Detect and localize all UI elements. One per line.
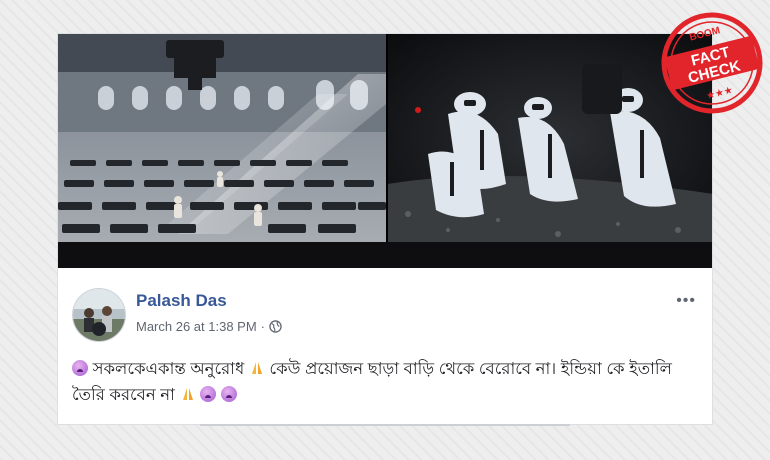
media-caption-bar xyxy=(58,242,712,268)
globe-icon[interactable] xyxy=(269,320,282,333)
post-media[interactable] xyxy=(58,34,712,268)
post-text: সকলকেএকান্ত অনুরোধ কেউ প্রয়োজন ছাড়া বা… xyxy=(72,356,702,408)
post-meta: March 26 at 1:38 PM · xyxy=(136,319,282,334)
folded-hands-icon xyxy=(251,362,262,374)
card-divider xyxy=(200,424,570,426)
fact-check-stamp: BOOM FACT CHECK ★★★ xyxy=(661,12,763,114)
folded-hands-icon xyxy=(182,388,193,400)
anguished-face-icon xyxy=(72,360,88,376)
facebook-post-card: Palash Das March 26 at 1:38 PM · ••• সকল… xyxy=(57,33,713,425)
stamp-brand: BOOM xyxy=(688,25,721,43)
post-timestamp[interactable]: March 26 at 1:38 PM xyxy=(136,319,257,334)
post-author-name[interactable]: Palash Das xyxy=(136,291,227,311)
anguished-face-icon xyxy=(200,386,217,402)
meta-separator: · xyxy=(260,319,266,334)
post-text-part1: সকলকেএকান্ত অনুরোধ xyxy=(92,360,245,378)
post-header: Palash Das March 26 at 1:38 PM · ••• xyxy=(72,284,702,344)
media-image-hall xyxy=(58,34,386,242)
more-options-button[interactable]: ••• xyxy=(676,292,696,310)
avatar[interactable] xyxy=(72,288,126,342)
anguished-face-icon xyxy=(220,386,237,402)
